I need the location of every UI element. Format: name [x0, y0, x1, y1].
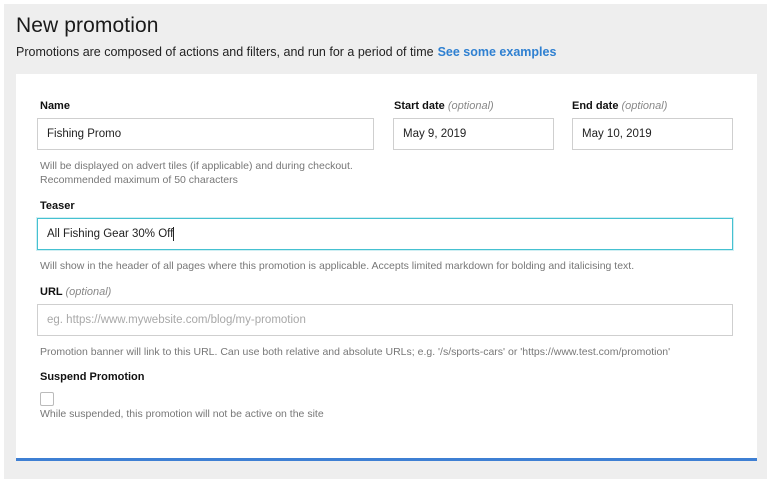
teaser-label: Teaser	[40, 200, 75, 212]
teaser-help: Will show in the header of all pages whe…	[40, 260, 635, 272]
start-date-value: May 9, 2019	[403, 128, 467, 140]
end-date-optional: (optional)	[621, 100, 668, 112]
subtitle-text: Promotions are composed of actions and f…	[16, 45, 434, 59]
suspend-label: Suspend Promotion	[40, 371, 145, 383]
suspend-checkbox[interactable]	[40, 392, 54, 406]
start-date-label: Start date (optional)	[394, 100, 494, 112]
name-value: Fishing Promo	[47, 128, 122, 140]
page-title: New promotion	[16, 14, 159, 37]
promotion-panel: New promotion Promotions are composed of…	[4, 4, 767, 479]
url-label: URL (optional)	[40, 286, 112, 298]
end-date-label: End date (optional)	[572, 100, 668, 112]
page-subtitle: Promotions are composed of actions and f…	[16, 45, 556, 59]
name-help-line-2: Recommended maximum of 50 characters	[40, 174, 238, 186]
end-date-value: May 10, 2019	[582, 128, 652, 140]
name-help: Will be displayed on advert tiles (if ap…	[40, 159, 353, 187]
url-help: Promotion banner will link to this URL. …	[40, 346, 671, 358]
start-date-field[interactable]: May 9, 2019	[393, 118, 554, 150]
url-placeholder: eg. https://www.mywebsite.com/blog/my-pr…	[47, 314, 306, 326]
name-help-line-1: Will be displayed on advert tiles (if ap…	[40, 160, 353, 172]
name-field[interactable]: Fishing Promo	[37, 118, 374, 150]
url-field[interactable]: eg. https://www.mywebsite.com/blog/my-pr…	[37, 304, 733, 336]
teaser-value: All Fishing Gear 30% Off	[47, 228, 174, 240]
text-cursor	[173, 227, 175, 241]
end-date-field[interactable]: May 10, 2019	[572, 118, 733, 150]
start-date-optional: (optional)	[447, 100, 494, 112]
examples-link[interactable]: See some examples	[438, 45, 557, 59]
suspend-help: While suspended, this promotion will not…	[40, 408, 324, 420]
url-optional: (optional)	[65, 286, 112, 298]
promotion-form: Name Fishing Promo Will be displayed on …	[16, 74, 757, 461]
name-label: Name	[40, 100, 70, 112]
teaser-field[interactable]: All Fishing Gear 30% Off	[37, 218, 733, 250]
